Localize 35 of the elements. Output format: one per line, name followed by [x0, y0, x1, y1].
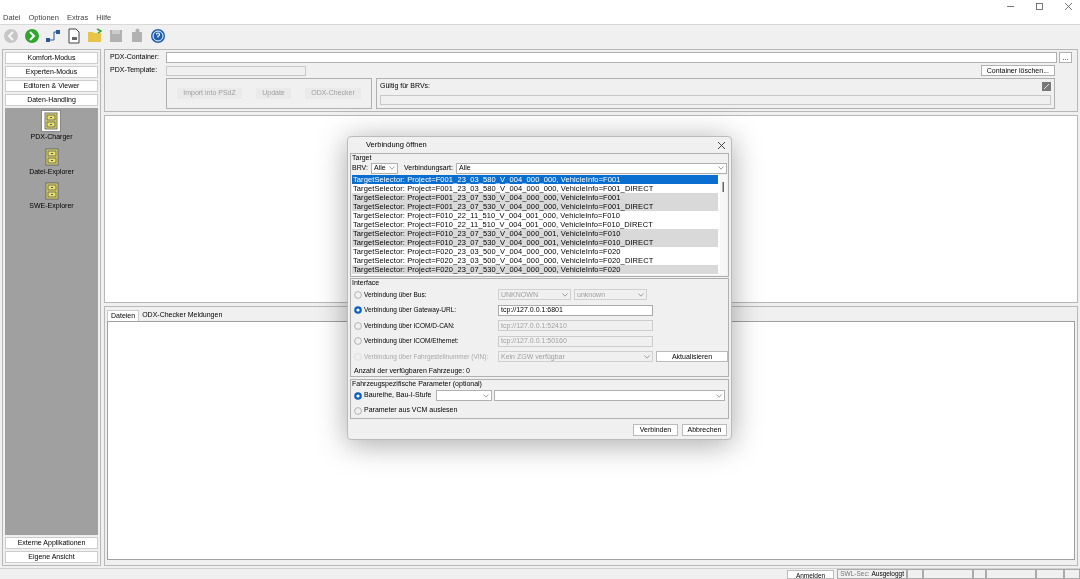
- pdx-container-field[interactable]: [166, 52, 1057, 63]
- radio-button[interactable]: [354, 406, 362, 415]
- scrollbar[interactable]: [720, 175, 727, 275]
- pdx-template-field[interactable]: [166, 65, 306, 76]
- radio-button[interactable]: [354, 290, 362, 299]
- dropdown[interactable]: [436, 390, 492, 401]
- brv-field[interactable]: [380, 94, 1051, 105]
- status-cell: [973, 569, 986, 579]
- radio-button[interactable]: [354, 306, 362, 315]
- radio-button[interactable]: [354, 337, 362, 346]
- status-cell: [1064, 569, 1080, 579]
- maximize-icon[interactable]: [1036, 2, 1043, 10]
- close-icon[interactable]: [718, 141, 725, 149]
- status-cell: [986, 569, 1036, 579]
- chevron-down-icon: [388, 166, 395, 170]
- close-icon[interactable]: [1065, 2, 1072, 10]
- dropdown[interactable]: [494, 390, 725, 401]
- file-cabinet-icon: [43, 112, 60, 130]
- file-cabinet-icon: [43, 182, 60, 200]
- chevron-down-icon: [644, 354, 650, 359]
- file-cabinet-icon: [43, 147, 60, 166]
- folder-icon[interactable]: [87, 28, 103, 44]
- chevron-down-icon: [638, 292, 644, 297]
- chevron-down-icon: [483, 393, 489, 398]
- chevron-down-icon: [718, 166, 724, 170]
- radio-button[interactable]: [354, 391, 362, 400]
- status-cell: [923, 569, 973, 579]
- document-icon[interactable]: [66, 28, 82, 44]
- radio-button[interactable]: [354, 321, 362, 330]
- chevron-down-icon: [562, 292, 568, 297]
- status-cell: [1036, 569, 1064, 579]
- chevron-down-icon: [716, 393, 722, 398]
- help-icon[interactable]: [150, 28, 166, 44]
- edit-icon[interactable]: [1042, 81, 1051, 91]
- flow-diagram-icon[interactable]: [45, 28, 61, 44]
